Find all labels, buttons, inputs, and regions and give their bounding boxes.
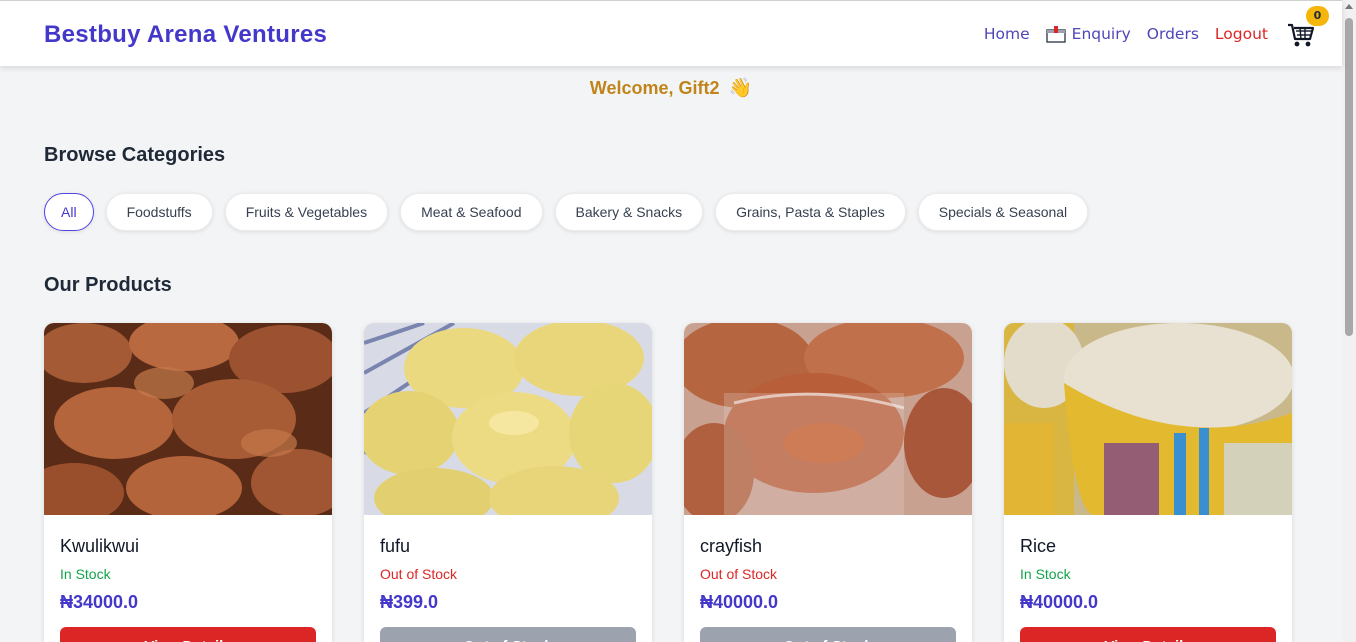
nav-enquiry-link[interactable]: Enquiry <box>1045 25 1131 43</box>
product-card[interactable]: fufu Out of Stock ₦399.0 Out of Stock <box>364 323 652 642</box>
cart-count-badge: 0 <box>1306 6 1329 26</box>
stock-status: In Stock <box>60 566 111 582</box>
category-list: All Foodstuffs Fruits & Vegetables Meat … <box>44 193 1100 231</box>
product-card[interactable]: Kwulikwui In Stock ₦34000.0 View Details <box>44 323 332 642</box>
product-name[interactable]: Kwulikwui <box>60 536 139 557</box>
product-grid: Kwulikwui In Stock ₦34000.0 View Details… <box>44 323 1324 642</box>
wave-icon: 👋 <box>728 78 753 99</box>
product-price: ₦40000.0 <box>1020 592 1099 612</box>
product-name[interactable]: crayfish <box>700 536 762 557</box>
stock-status: Out of Stock <box>700 566 778 582</box>
product-image-crayfish[interactable] <box>684 323 972 515</box>
view-details-button[interactable]: View Details <box>60 627 316 642</box>
category-foodstuffs[interactable]: Foodstuffs <box>105 193 213 231</box>
brand-logo[interactable]: Bestbuy Arena Ventures <box>44 21 327 49</box>
product-price: ₦399.0 <box>380 592 439 612</box>
product-image-rice[interactable] <box>1004 323 1292 515</box>
category-all[interactable]: All <box>44 193 94 231</box>
categories-title: Browse Categories <box>44 144 226 166</box>
stock-status: Out of Stock <box>380 566 458 582</box>
navbar: Bestbuy Arena Ventures Home Enquiry Orde… <box>0 0 1342 66</box>
nav-enquiry-label: Enquiry <box>1071 25 1131 43</box>
nav-orders-link[interactable]: Orders <box>1147 25 1199 43</box>
scroll-up-arrow-icon[interactable] <box>1345 4 1353 9</box>
nav-links: Home Enquiry Orders Logout 0 <box>968 1 1329 67</box>
product-price: ₦34000.0 <box>60 592 139 612</box>
category-bakery-snacks[interactable]: Bakery & Snacks <box>554 193 704 231</box>
nav-home-link[interactable]: Home <box>984 25 1030 43</box>
product-image-kwulikwui[interactable] <box>44 323 332 515</box>
welcome-message: Welcome, Gift2 👋 <box>0 76 1342 100</box>
products-title: Our Products <box>44 274 172 296</box>
product-card[interactable]: crayfish Out of Stock ₦40000.0 Out of St… <box>684 323 972 642</box>
product-name[interactable]: fufu <box>380 536 410 557</box>
scrollbar-thumb[interactable] <box>1345 18 1353 336</box>
enquiry-icon <box>1045 25 1066 43</box>
product-image-fufu[interactable] <box>364 323 652 515</box>
cart-button[interactable]: 0 <box>1286 6 1329 49</box>
nav-logout-link[interactable]: Logout <box>1215 25 1268 43</box>
category-grains-pasta-staples[interactable]: Grains, Pasta & Staples <box>715 193 906 231</box>
product-price: ₦40000.0 <box>700 592 779 612</box>
out-of-stock-button[interactable]: Out of Stock <box>700 627 956 642</box>
category-fruits-vegetables[interactable]: Fruits & Vegetables <box>224 193 389 231</box>
stock-status: In Stock <box>1020 566 1071 582</box>
out-of-stock-button[interactable]: Out of Stock <box>380 627 636 642</box>
category-meat-seafood[interactable]: Meat & Seafood <box>400 193 543 231</box>
welcome-text: Welcome, Gift2 <box>589 78 720 98</box>
page-scrollbar[interactable] <box>1342 0 1356 642</box>
view-details-button[interactable]: View Details <box>1020 627 1276 642</box>
product-name[interactable]: Rice <box>1020 536 1056 557</box>
product-card[interactable]: Rice In Stock ₦40000.0 View Details <box>1004 323 1292 642</box>
category-specials-seasonal[interactable]: Specials & Seasonal <box>917 193 1089 231</box>
